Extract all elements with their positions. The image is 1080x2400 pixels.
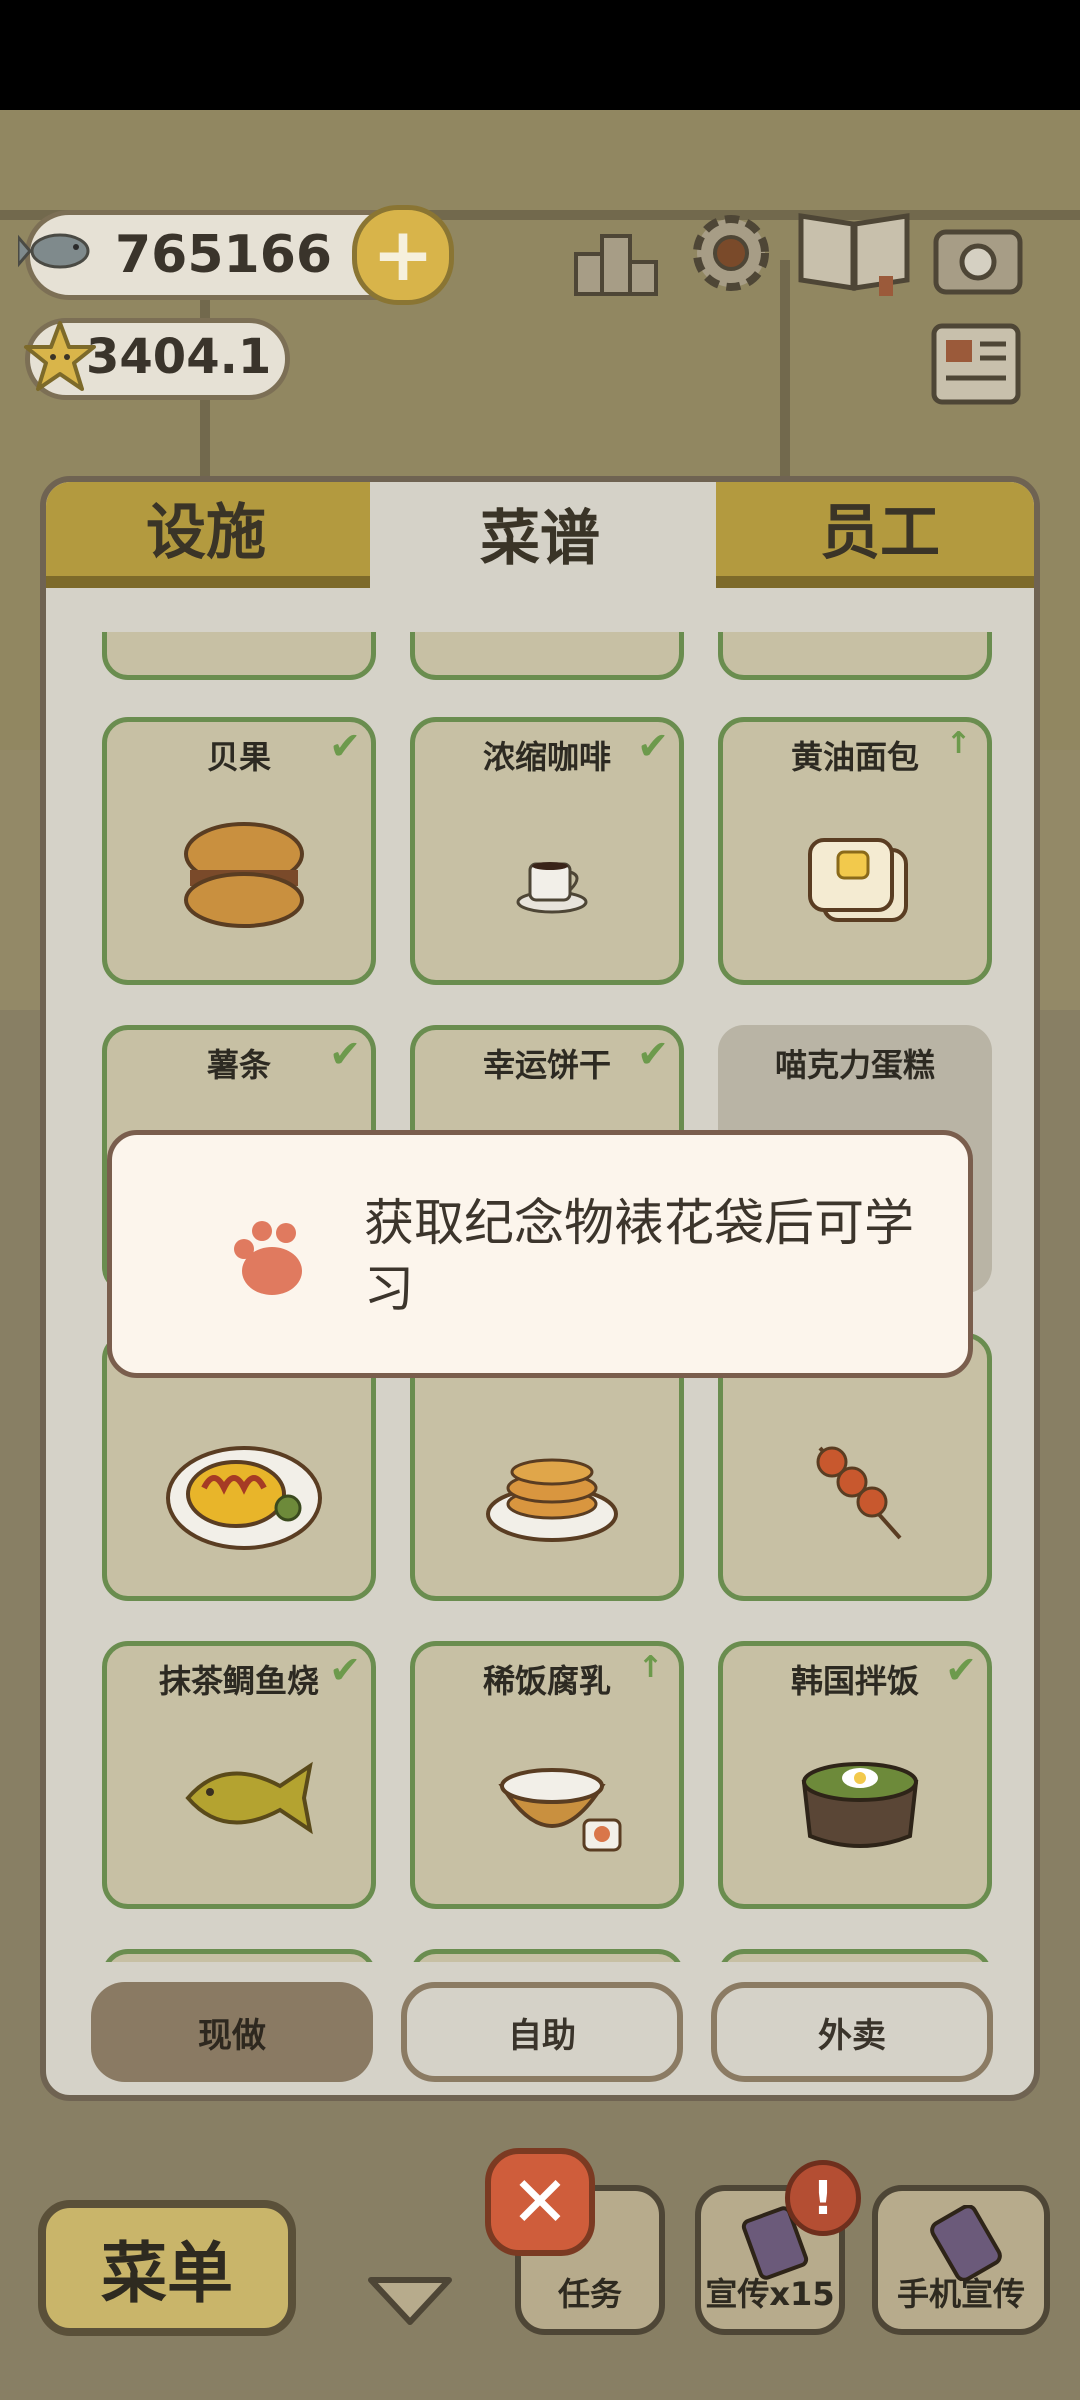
recipe-card-bagel[interactable]: 贝果 ✔ xyxy=(102,717,376,985)
recipe-card[interactable] xyxy=(102,1949,376,1962)
recipe-book-icon[interactable] xyxy=(795,202,913,298)
close-icon: ✕ xyxy=(510,2161,570,2243)
mode-label: 现做 xyxy=(198,2015,266,2056)
porridge-icon xyxy=(498,1768,622,1852)
recipe-card[interactable] xyxy=(718,632,992,680)
ranking-icon[interactable] xyxy=(568,210,664,306)
paw-icon xyxy=(234,1221,302,1295)
recipe-card-matcha-taiyaki[interactable]: 抹茶鲷鱼烧 ✔ xyxy=(102,1641,376,1909)
star-value: 3404.1 xyxy=(86,329,272,385)
recipe-card[interactable] xyxy=(410,632,684,680)
bagel-icon xyxy=(184,822,304,928)
status-bar xyxy=(0,0,1080,110)
alert-badge: ! xyxy=(785,2160,861,2236)
menu-button[interactable]: 菜单 xyxy=(38,2200,296,2336)
tab-recipes[interactable]: 菜谱 xyxy=(382,482,698,588)
butter-bread-icon xyxy=(808,838,908,922)
promo-label: 宣传x15 xyxy=(705,2275,835,2313)
fish-icon xyxy=(18,233,90,269)
espresso-icon xyxy=(516,862,588,914)
recipe-card-butter-bread[interactable]: 黄油面包 ↑ xyxy=(718,717,992,985)
recipe-card-bibimbap[interactable]: 韩国拌饭 ✔ xyxy=(718,1641,992,1909)
check-icon: ✔ xyxy=(637,724,669,768)
settings-gear-icon[interactable] xyxy=(683,205,779,301)
mode-button-made-to-order[interactable]: 现做 xyxy=(91,1982,373,2082)
upgrade-arrow-icon: ↑ xyxy=(637,1650,663,1685)
tab-facilities[interactable]: 设施 xyxy=(46,482,370,588)
check-icon: ✔ xyxy=(329,724,361,768)
unlock-hint-dialog[interactable]: 获取纪念物裱花袋后可学习 xyxy=(107,1130,973,1378)
service-mode-bar: 现做 自助 外卖 xyxy=(46,1982,1034,2092)
recipe-card-espresso[interactable]: 浓缩咖啡 ✔ xyxy=(410,717,684,985)
check-icon: ✔ xyxy=(945,1648,977,1692)
close-button[interactable]: ✕ xyxy=(485,2148,595,2256)
chevron-down-icon[interactable] xyxy=(365,2272,455,2328)
recipe-card[interactable] xyxy=(410,1949,684,1962)
star-rating: 3404.1 xyxy=(24,318,290,400)
phone-promo-label: 手机宣传 xyxy=(896,2275,1025,2313)
mode-label: 自助 xyxy=(508,2015,576,2056)
phone-promotion-button[interactable]: 手机宣传 xyxy=(872,2185,1050,2335)
tab-label: 员工 xyxy=(820,497,940,568)
mode-button-self-service[interactable]: 自助 xyxy=(401,1982,683,2082)
recipe-name: 喵克力蛋糕 xyxy=(774,1046,935,1084)
plus-icon: + xyxy=(371,212,434,298)
mode-label: 外卖 xyxy=(818,2015,886,2056)
alert-mark: ! xyxy=(812,2171,834,2225)
taiyaki-icon xyxy=(185,1761,313,1835)
tasks-label: 任务 xyxy=(557,2275,622,2313)
camera-icon[interactable] xyxy=(930,210,1026,306)
tab-label: 设施 xyxy=(146,497,266,568)
check-icon: ✔ xyxy=(329,1032,361,1076)
dialog-message: 获取纪念物裱花袋后可学习 xyxy=(364,1194,914,1318)
check-icon: ✔ xyxy=(329,1648,361,1692)
recipe-card[interactable] xyxy=(718,1949,992,1962)
mode-button-delivery[interactable]: 外卖 xyxy=(711,1982,993,2082)
tab-staff[interactable]: 员工 xyxy=(716,482,1034,588)
recipe-card-porridge[interactable]: 稀饭腐乳 ↑ xyxy=(410,1641,684,1909)
bibimbap-icon xyxy=(801,1762,919,1848)
add-fish-button[interactable]: + xyxy=(352,205,454,305)
dango-skewer-icon xyxy=(816,1446,902,1540)
pancake-icon xyxy=(486,1458,618,1542)
omurice-icon xyxy=(166,1446,322,1550)
fish-count: 765166 xyxy=(115,225,333,285)
check-icon: ✔ xyxy=(637,1032,669,1076)
tab-label: 菜谱 xyxy=(480,503,600,574)
upgrade-arrow-icon: ↑ xyxy=(945,726,971,761)
newspaper-icon[interactable] xyxy=(928,316,1024,412)
menu-label: 菜单 xyxy=(101,2235,233,2312)
recipe-card[interactable] xyxy=(102,632,376,680)
